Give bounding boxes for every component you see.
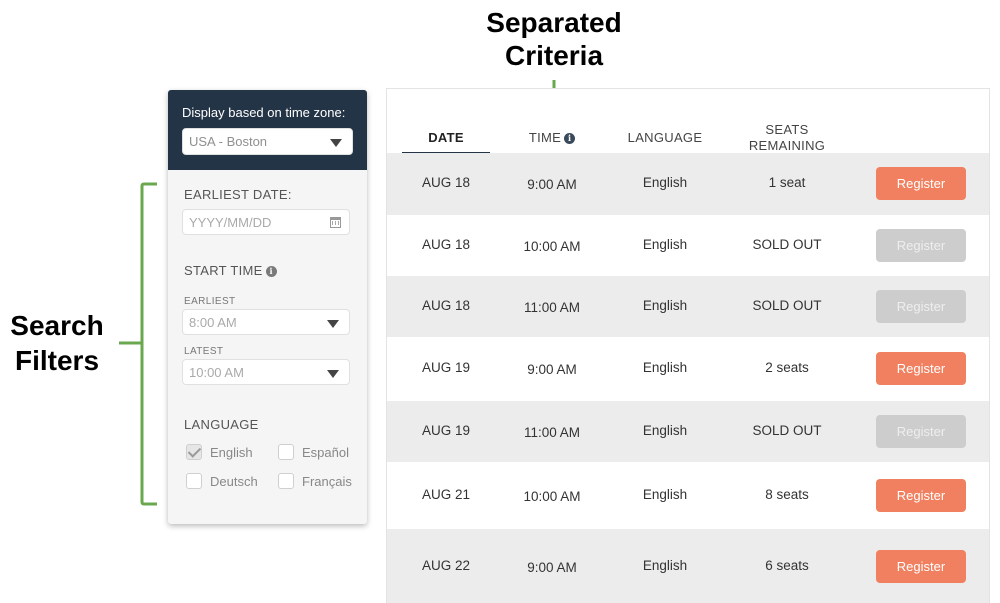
cell-date: AUG 18 [421,175,471,190]
cell-time: 10:00 AM [523,489,581,504]
register-button[interactable]: Register [876,229,966,262]
annotation-text: Filters [14,345,100,376]
table-row: AUG 22 9:00 AM English 6 seats Register [387,529,989,603]
checkbox-icon[interactable] [278,473,294,489]
cell-date: AUG 19 [421,360,471,375]
column-header-time-text: TIME [528,130,562,145]
cell-language: English [642,558,688,573]
calendar-icon[interactable] [330,217,341,228]
language-option-english[interactable]: English [186,444,253,460]
language-option-label: English [210,445,253,460]
info-icon[interactable]: i [564,133,576,144]
session-schedule-table: DATE TIME i LANGUAGE SEATS REMAINING AUG … [386,88,990,603]
cell-time: 10:00 AM [523,239,581,254]
column-header-time[interactable]: TIME i [512,130,592,145]
cell-time: 11:00 AM [523,300,581,315]
cell-language: English [642,175,688,190]
search-filters-annotation: Search Filters [0,308,114,378]
cell-seats-remaining: 1 seat [768,175,806,190]
cell-language: English [642,423,688,438]
info-icon[interactable]: i [265,266,277,277]
cell-seats-remaining: SOLD OUT [752,423,822,438]
table-row: AUG 18 10:00 AM English SOLD OUT Register [387,215,989,276]
earliest-date-label: EARLIEST DATE: [184,187,292,202]
register-button[interactable]: Register [876,352,966,385]
start-time-label: START TIME i [184,263,277,278]
cell-date: AUG 22 [421,558,471,573]
checkbox-checked-icon[interactable] [186,444,202,460]
start-time-text: START TIME [184,263,263,278]
cell-seats-remaining: SOLD OUT [752,237,822,252]
register-button[interactable]: Register [876,290,966,323]
latest-time-select[interactable]: 10:00 AM [182,359,350,385]
register-button[interactable]: Register [876,167,966,200]
cell-date: AUG 18 [421,237,471,252]
cell-language: English [642,298,688,313]
table-row: AUG 19 9:00 AM English 2 seats Register [387,337,989,401]
timezone-header: Display based on time zone: USA - Boston [168,90,367,170]
register-button[interactable]: Register [876,550,966,583]
annotation-text: Search [10,310,104,341]
cell-date: AUG 19 [421,423,471,438]
column-header-seats-remaining[interactable]: SEATS REMAINING [727,122,847,154]
timezone-value: USA - Boston [189,134,268,149]
register-button[interactable]: Register [876,479,966,512]
language-option-label: Deutsch [210,474,258,489]
checkbox-icon[interactable] [278,444,294,460]
timezone-select[interactable]: USA - Boston [182,128,353,155]
language-label: LANGUAGE [184,417,259,432]
table-row: AUG 19 11:00 AM English SOLD OUT Register [387,401,989,462]
latest-time-value: 10:00 AM [189,365,244,380]
cell-language: English [642,360,688,375]
chevron-down-icon [327,320,339,328]
cell-date: AUG 18 [421,298,471,313]
table-row: AUG 21 10:00 AM English 8 seats Register [387,462,989,529]
search-filter-panel: Display based on time zone: USA - Boston… [168,90,367,524]
cell-seats-remaining: 8 seats [765,487,809,502]
cell-time: 9:00 AM [527,362,577,377]
cell-language: English [642,487,688,502]
left-bracket [119,182,157,506]
earliest-date-input[interactable]: YYYY/MM/DD [182,209,350,235]
column-header-seats-text: REMAINING [748,138,826,153]
cell-seats-remaining: 2 seats [765,360,809,375]
cell-time: 9:00 AM [527,560,577,575]
annotation-text: Criteria [504,40,604,71]
table-row: AUG 18 11:00 AM English SOLD OUT Register [387,276,989,337]
cell-date: AUG 21 [421,487,471,502]
chevron-down-icon [330,139,342,147]
chevron-down-icon [327,370,339,378]
column-header-language[interactable]: LANGUAGE [615,130,715,145]
language-option-label: Español [302,445,349,460]
earliest-time-select[interactable]: 8:00 AM [182,309,350,335]
latest-time-label: LATEST [184,346,224,357]
language-option-espanol[interactable]: Español [278,444,349,460]
earliest-time-label: EARLIEST [184,296,236,307]
annotation-text: Separated [486,7,622,38]
language-option-deutsch[interactable]: Deutsch [186,473,258,489]
column-header-date[interactable]: DATE [402,130,490,145]
timezone-label: Display based on time zone: [182,105,346,120]
separated-criteria-annotation: Separated Criteria [454,6,654,72]
cell-time: 9:00 AM [527,177,577,192]
cell-seats-remaining: 6 seats [765,558,809,573]
cell-language: English [642,237,688,252]
column-header-seats-text: SEATS [765,122,809,137]
table-row: AUG 18 9:00 AM English 1 seat Register [387,153,989,215]
checkbox-icon[interactable] [186,473,202,489]
cell-seats-remaining: SOLD OUT [752,298,822,313]
date-placeholder: YYYY/MM/DD [189,215,272,230]
earliest-time-value: 8:00 AM [189,315,237,330]
register-button[interactable]: Register [876,415,966,448]
cell-time: 11:00 AM [523,425,581,440]
language-option-label: Français [302,474,352,489]
language-option-francais[interactable]: Français [278,473,352,489]
